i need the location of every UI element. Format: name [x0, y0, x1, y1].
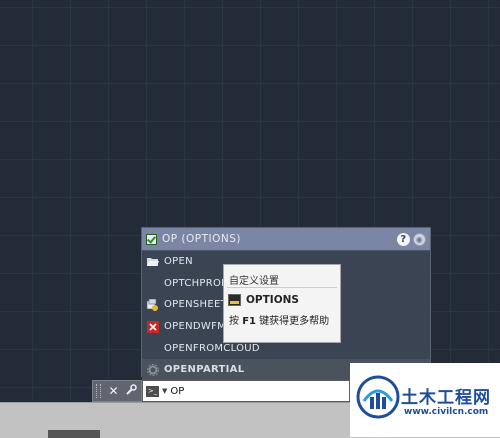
watermark-brand: 土木工程网	[401, 388, 491, 408]
autocomplete-header[interactable]: OP (OPTIONS) ? ◉	[142, 228, 430, 251]
autocomplete-item-label: OPEN	[164, 256, 193, 268]
close-icon[interactable]: ✕	[108, 385, 118, 397]
tooltip-help-suffix: 键获得更多帮助	[255, 316, 330, 327]
command-input[interactable]	[170, 385, 321, 397]
help-icon[interactable]: ?	[397, 232, 410, 246]
search-globe-icon[interactable]: ◉	[413, 232, 426, 246]
drag-handle-icon[interactable]	[96, 384, 102, 398]
wrench-icon[interactable]	[125, 384, 138, 398]
watermark: 土木工程网 www.civilcn.com	[350, 363, 500, 437]
options-icon	[228, 294, 241, 306]
autocomplete-item-label: OPENFROMCLOUD	[164, 342, 260, 354]
sheetset-icon	[146, 298, 159, 311]
folder-open-icon	[146, 256, 159, 268]
tooltip-command-row: OPTIONS	[224, 288, 340, 306]
autocomplete-item-label: OPENPARTIAL	[164, 364, 245, 376]
chevron-down-icon[interactable]: ▼	[162, 387, 167, 395]
watermark-url: www.civilcn.com	[404, 407, 489, 417]
command-tooltip: 自定义设置 OPTIONS 按 F1 键获得更多帮助	[223, 264, 341, 343]
autocomplete-header-title: OP (OPTIONS)	[162, 233, 242, 245]
tooltip-help-key: F1	[242, 316, 256, 327]
gear-icon	[146, 363, 159, 376]
command-line: ✕ >_ ▼	[92, 380, 350, 402]
check-icon	[146, 233, 157, 245]
autocomplete-item-label: OPTCHPROP	[164, 277, 228, 289]
command-prompt-icon[interactable]: >_	[146, 385, 159, 397]
dwf-markup-icon	[146, 320, 159, 333]
command-input-box[interactable]: >_ ▼	[142, 380, 350, 402]
tooltip-help-prefix: 按	[229, 316, 243, 327]
command-line-tools: ✕	[92, 380, 142, 402]
civilcn-logo-icon	[356, 375, 400, 419]
tooltip-help: 按 F1 键获得更多帮助	[224, 306, 340, 327]
tooltip-command: OPTIONS	[246, 294, 299, 306]
tooltip-title: 自定义设置	[229, 276, 279, 287]
